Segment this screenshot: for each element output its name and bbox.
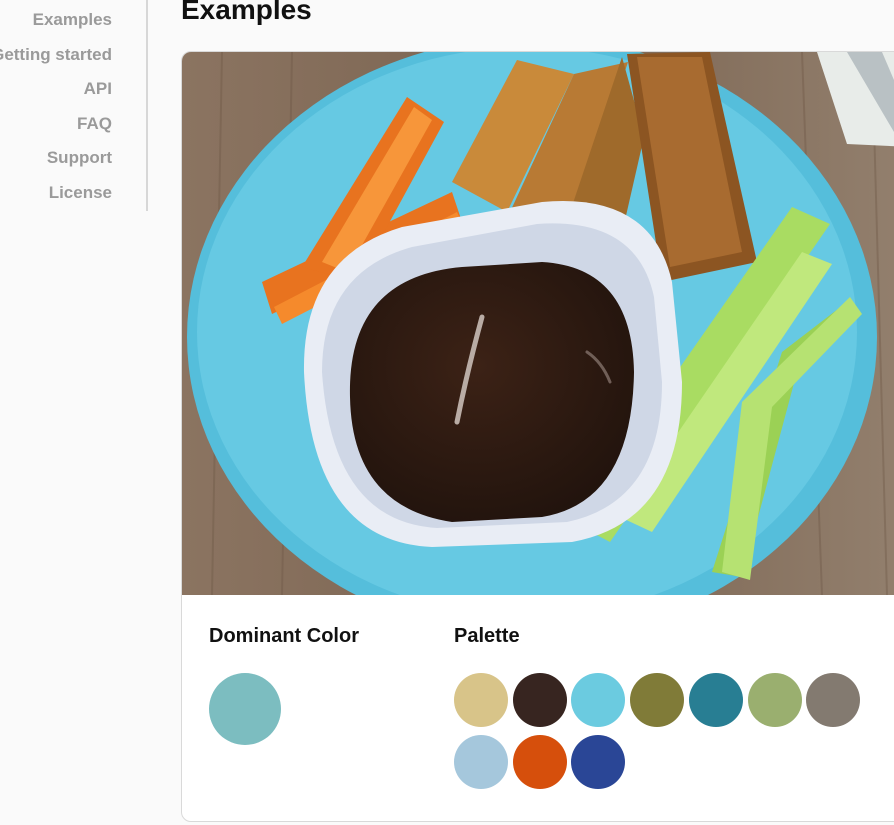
palette-swatch	[747, 673, 802, 727]
sidebar-item-faq[interactable]: FAQ	[77, 114, 112, 134]
palette-swatch	[512, 673, 567, 727]
palette-swatch	[454, 735, 508, 789]
food-photo	[182, 52, 894, 595]
dominant-color-swatch	[209, 673, 281, 745]
palette-swatch	[630, 673, 685, 727]
palette-swatch	[571, 673, 626, 727]
palette-swatch	[512, 735, 567, 789]
sidebar-item-getting-started[interactable]: Getting started	[0, 45, 112, 65]
sidebar-item-examples[interactable]: Examples	[33, 10, 112, 30]
page-title: Examples	[181, 0, 312, 25]
palette-swatch	[806, 673, 861, 727]
sidebar-item-api[interactable]: API	[84, 79, 112, 99]
sidebar-nav: Examples Getting started API FAQ Support…	[0, 0, 148, 211]
palette-swatch	[454, 673, 508, 727]
sidebar-item-support[interactable]: Support	[47, 148, 112, 168]
palette-swatch	[571, 735, 626, 789]
palette-swatch	[688, 673, 743, 727]
palette-title: Palette	[454, 625, 520, 647]
dominant-color-title: Dominant Color	[209, 625, 359, 647]
sidebar-item-license[interactable]: License	[49, 183, 112, 203]
example-card: Dominant Color Palette	[181, 51, 894, 822]
